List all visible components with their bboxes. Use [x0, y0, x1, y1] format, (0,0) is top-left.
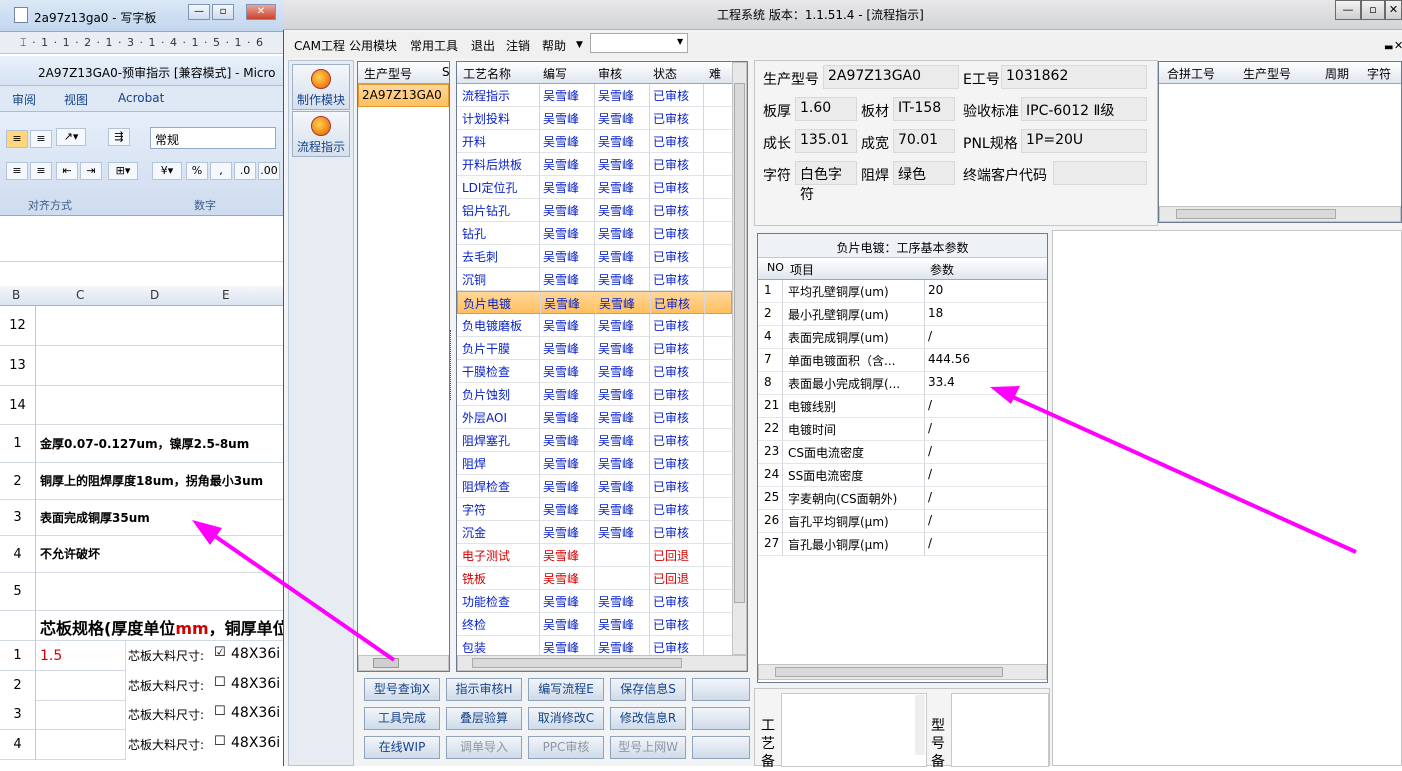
arrow-left [204, 528, 396, 662]
arrow-right [1003, 391, 1357, 554]
annotation-arrows [192, 386, 1357, 662]
arrow-left-head [192, 520, 222, 545]
arrow-right-head [990, 386, 1020, 404]
